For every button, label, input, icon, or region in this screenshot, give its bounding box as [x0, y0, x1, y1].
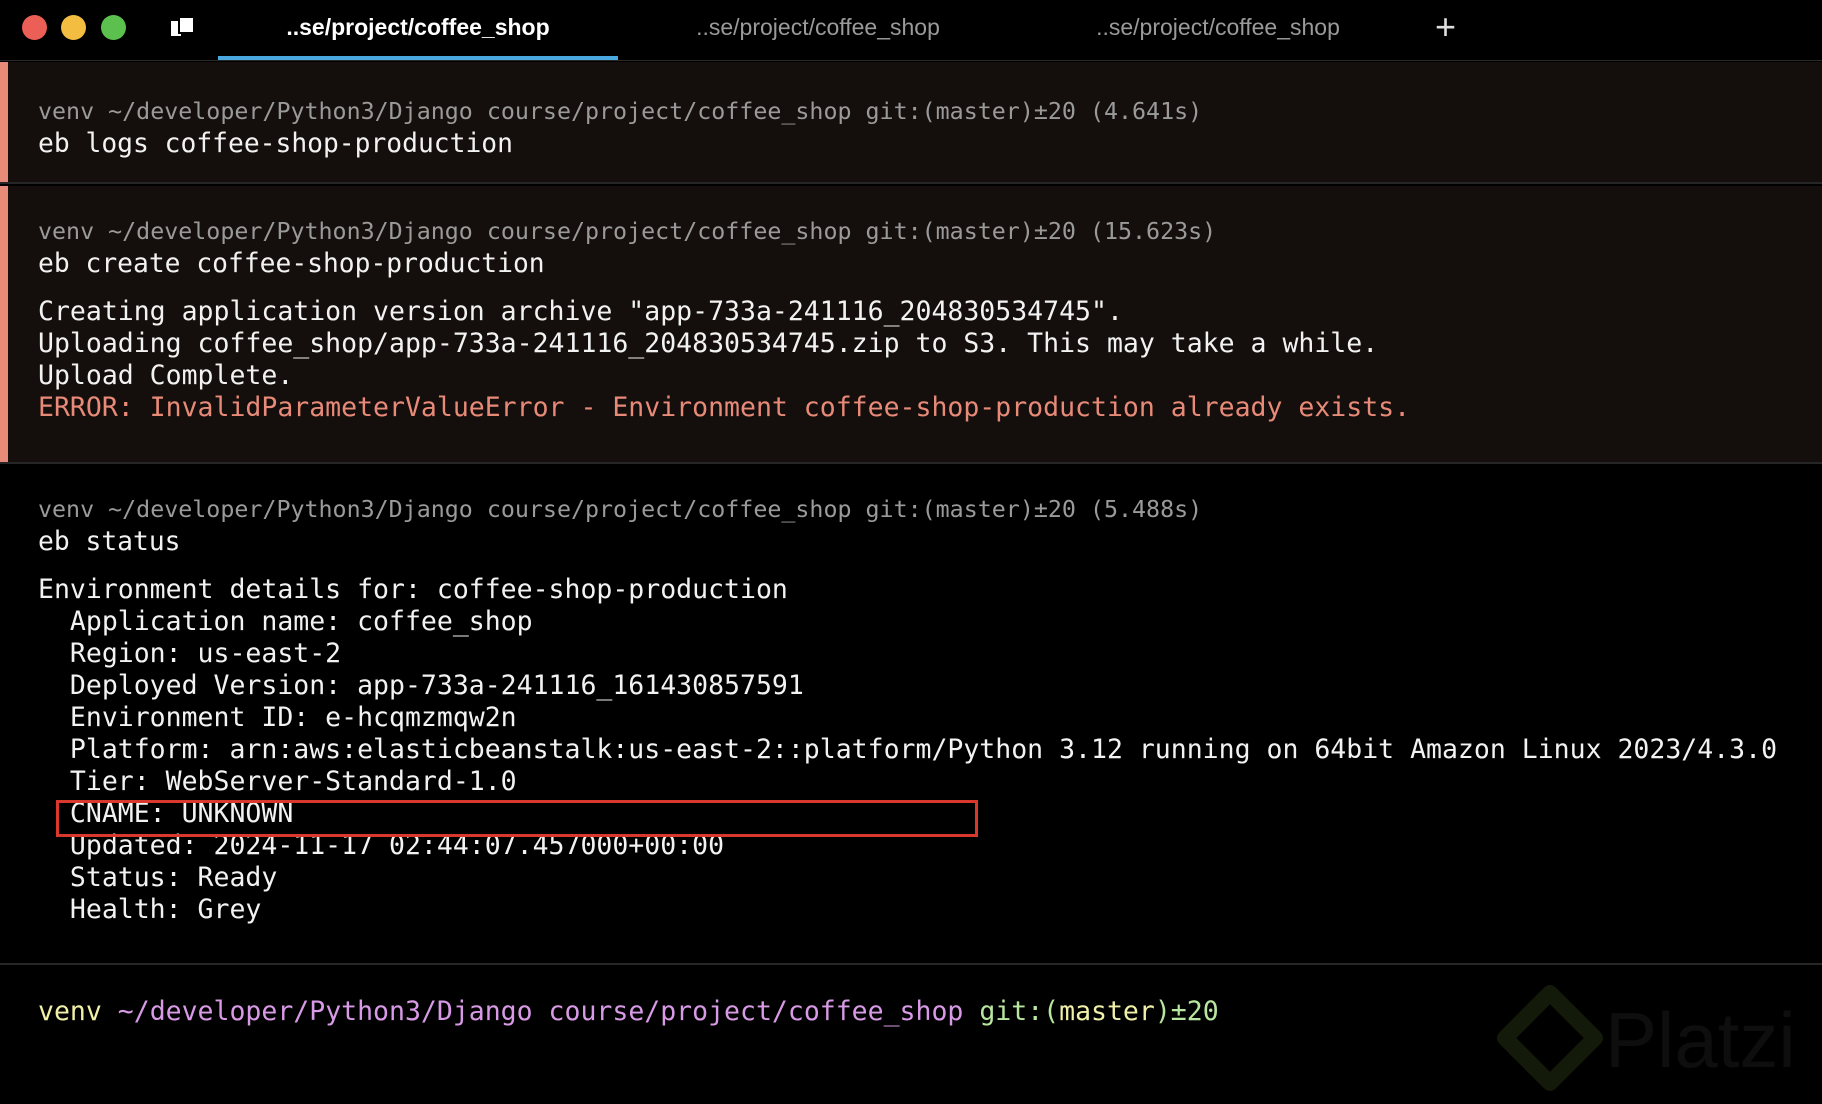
- command-line: eb logs coffee-shop-production: [38, 129, 513, 159]
- prompt-git-end: )±20: [1154, 996, 1219, 1027]
- output-line: Environment details for: coffee-shop-pro…: [38, 574, 788, 605]
- output-line: Creating application version archive "ap…: [38, 296, 1123, 327]
- output-line: Uploading coffee_shop/app-733a-241116_20…: [38, 328, 1379, 359]
- output-line: Upload Complete.: [38, 360, 294, 391]
- prompt-branch: master: [1059, 996, 1155, 1027]
- output-line: Tier: WebServer-Standard-1.0: [38, 766, 517, 797]
- platzi-watermark-logo: Platzi: [1497, 985, 1796, 1091]
- output-line: Status: Ready: [38, 862, 278, 893]
- current-prompt[interactable]: venv ~/developer/Python3/Django course/p…: [38, 996, 1219, 1027]
- block-divider: [0, 963, 1822, 965]
- tab-bar: ..se/project/coffee_shop ..se/project/co…: [0, 0, 1822, 61]
- error-line: ERROR: InvalidParameterValueError - Envi…: [38, 392, 1411, 423]
- output-line: Environment ID: e-hcqmzmqw2n: [38, 702, 517, 733]
- tab-overview-icon[interactable]: [170, 16, 196, 38]
- output-line: Health: Grey: [38, 894, 262, 925]
- output-line: Deployed Version: app-733a-241116_161430…: [38, 670, 804, 701]
- command-line: eb create coffee-shop-production: [38, 249, 545, 279]
- output-line: Application name: coffee_shop: [38, 606, 533, 637]
- output-line: Platform: arn:aws:elasticbeanstalk:us-ea…: [38, 734, 1778, 765]
- command-block-3[interactable]: venv ~/developer/Python3/Django course/p…: [0, 464, 1822, 964]
- prompt-line: venv ~/developer/Python3/Django course/p…: [38, 496, 1203, 523]
- prompt-line: venv ~/developer/Python3/Django course/p…: [38, 218, 1217, 245]
- prompt-path: ~/developer/Python3/Django course/projec…: [117, 996, 964, 1027]
- cname-highlight-box: [56, 800, 978, 837]
- output-line: Region: us-east-2: [38, 638, 342, 669]
- tab-1[interactable]: ..se/project/coffee_shop: [218, 0, 618, 60]
- minimize-window-button[interactable]: [61, 15, 86, 40]
- close-window-button[interactable]: [22, 15, 47, 40]
- prompt-git: git:(: [963, 996, 1060, 1027]
- prompt-line: venv ~/developer/Python3/Django course/p…: [38, 98, 1203, 125]
- maximize-window-button[interactable]: [101, 15, 126, 40]
- svg-text:Platzi: Platzi: [1605, 996, 1796, 1084]
- tab-3[interactable]: ..se/project/coffee_shop: [1018, 0, 1418, 60]
- command-block-1[interactable]: venv ~/developer/Python3/Django course/p…: [0, 62, 1822, 182]
- prompt-venv: venv: [38, 996, 118, 1027]
- block-divider: [0, 182, 1822, 184]
- new-tab-button[interactable]: +: [1435, 6, 1456, 48]
- command-block-2[interactable]: venv ~/developer/Python3/Django course/p…: [0, 186, 1822, 462]
- tab-2[interactable]: ..se/project/coffee_shop: [618, 0, 1018, 60]
- command-line: eb status: [38, 527, 181, 557]
